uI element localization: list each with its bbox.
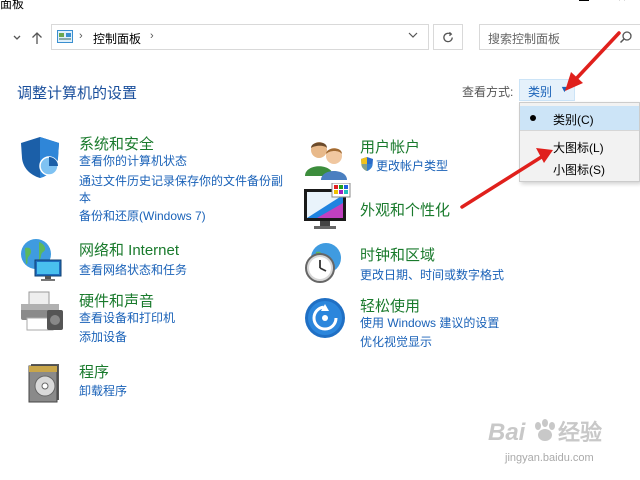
maximize-icon[interactable] [577, 0, 591, 8]
menu-item-category[interactable]: 类别(C) [520, 106, 639, 130]
link-uninstall-program[interactable]: 卸载程序 [79, 382, 127, 400]
chevron-down-icon [13, 35, 21, 40]
link-file-history-wrap[interactable]: 本 [79, 189, 91, 207]
link-network-status[interactable]: 查看网络状态和任务 [79, 261, 187, 279]
breadcrumb-separator-icon[interactable]: › [150, 30, 154, 42]
category-network-internet[interactable]: 网络和 Internet [79, 239, 179, 260]
up-button[interactable] [29, 27, 45, 49]
printer-icon[interactable] [17, 290, 63, 336]
baidu-jingyan-watermark: Bai 经验 [488, 419, 602, 446]
view-by-label: 查看方式: [462, 85, 514, 99]
window-title: 面板 [0, 0, 25, 11]
network-globe-icon[interactable] [17, 236, 63, 282]
link-optimize-visual-display[interactable]: 优化视觉显示 [360, 333, 432, 351]
category-appearance-personalization[interactable]: 外观和个性化 [360, 199, 450, 220]
recent-locations-button[interactable] [9, 27, 25, 49]
caret-down-icon: ▼ [560, 84, 569, 94]
category-system-security[interactable]: 系统和安全 [79, 133, 154, 154]
user-accounts-icon[interactable] [303, 136, 349, 182]
menu-item-large-icons[interactable]: 大图标(L) [520, 134, 639, 158]
link-backup-restore[interactable]: 备份和还原(Windows 7) [79, 207, 206, 225]
category-programs[interactable]: 程序 [79, 361, 109, 382]
category-clock-region[interactable]: 时钟和区域 [360, 244, 435, 265]
link-devices-printers[interactable]: 查看设备和打印机 [79, 309, 175, 327]
uac-shield-icon [361, 157, 373, 171]
selected-dot-icon [530, 115, 536, 121]
link-add-device[interactable]: 添加设备 [79, 328, 127, 346]
arrow-up-icon [32, 32, 42, 44]
address-bar[interactable]: › 控制面板 › [51, 24, 429, 50]
clock-globe-icon[interactable] [302, 240, 348, 286]
shield-icon[interactable] [17, 134, 63, 180]
link-change-date-time-format[interactable]: 更改日期、时间或数字格式 [360, 266, 504, 284]
link-recommended-settings[interactable]: 使用 Windows 建议的设置 [360, 314, 499, 332]
refresh-button[interactable] [433, 24, 463, 50]
category-ease-of-access[interactable]: 轻松使用 [360, 295, 420, 316]
view-by-select[interactable]: 类别 ▼ [519, 79, 575, 101]
link-file-history[interactable]: 通过文件历史记录保存你的文件备份副 [79, 172, 283, 190]
minimize-icon[interactable] [521, 0, 535, 8]
search-icon[interactable] [619, 30, 633, 44]
view-by-menu: 类别(C) 大图标(L) 小图标(S) [519, 102, 640, 182]
menu-divider [520, 130, 639, 131]
breadcrumb-separator-icon[interactable]: › [79, 30, 83, 42]
breadcrumb[interactable]: 控制面板 [93, 30, 141, 47]
page-title: 调整计算机的设置 [17, 85, 138, 102]
category-hardware-sound[interactable]: 硬件和声音 [79, 290, 154, 311]
link-view-computer-status[interactable]: 查看你的计算机状态 [79, 152, 187, 170]
control-panel-icon [57, 30, 73, 43]
chevron-down-icon [408, 32, 418, 38]
refresh-icon [442, 31, 453, 42]
menu-item-small-icons[interactable]: 小图标(S) [520, 156, 639, 180]
view-by-value: 类别 [528, 85, 553, 99]
search-input[interactable]: 搜索控制面板 [479, 24, 640, 50]
link-change-account-type[interactable]: 更改帐户类型 [376, 157, 448, 175]
svg-text:Bai: Bai [488, 419, 527, 446]
appearance-monitor-icon[interactable] [302, 183, 352, 233]
svg-text:经验: 经验 [558, 420, 602, 445]
watermark-url: jingyan.baidu.com [505, 452, 594, 464]
ease-of-access-icon[interactable] [302, 295, 348, 341]
programs-icon[interactable] [25, 360, 71, 406]
close-icon[interactable] [617, 0, 631, 8]
search-placeholder: 搜索控制面板 [488, 32, 561, 46]
address-dropdown[interactable] [408, 30, 418, 43]
category-user-accounts[interactable]: 用户帐户 [360, 136, 420, 157]
